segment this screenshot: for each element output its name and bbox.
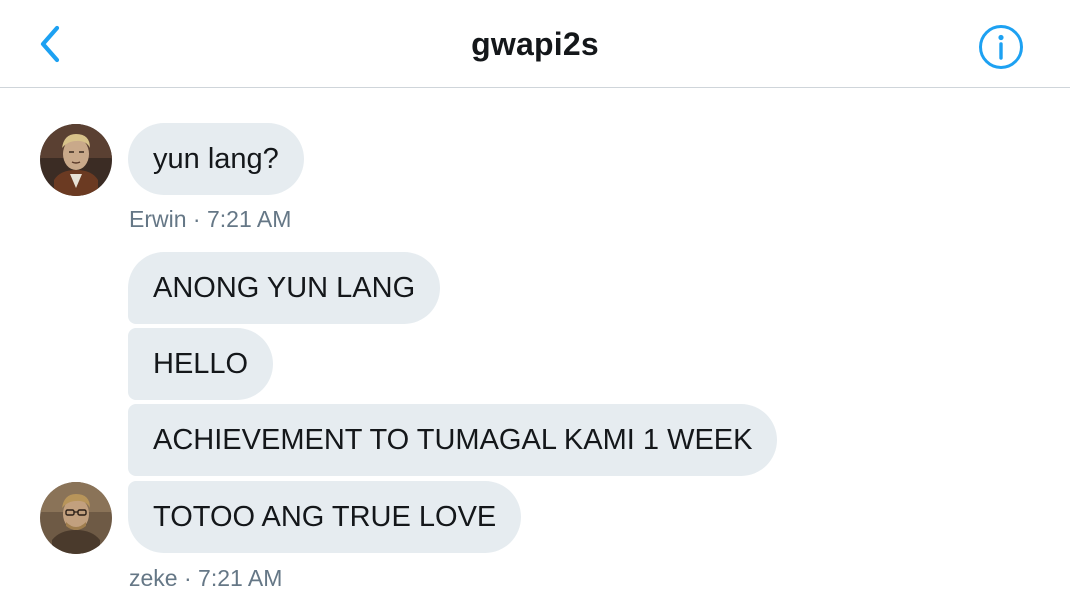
- sender-name: Erwin: [129, 206, 187, 232]
- avatar-erwin[interactable]: [40, 124, 112, 196]
- message-bubble[interactable]: TOTOO ANG TRUE LOVE: [128, 481, 522, 553]
- meta-separator: ·: [192, 206, 201, 232]
- conversation-title: gwapi2s: [471, 26, 599, 62]
- message-time: 7:21 AM: [198, 565, 283, 591]
- conversation-header: gwapi2s: [0, 0, 1070, 88]
- chevron-left-icon: [40, 25, 60, 63]
- sender-name: zeke: [129, 565, 178, 591]
- info-circle-icon: [979, 25, 1023, 69]
- erwin-avatar-image: [40, 124, 112, 196]
- message-meta-zeke: zeke · 7:21 AM: [129, 565, 282, 592]
- message-bubble[interactable]: ANONG YUN LANG: [128, 252, 441, 324]
- message-meta-erwin: Erwin · 7:21 AM: [129, 206, 291, 233]
- back-button[interactable]: [28, 18, 72, 70]
- message-time: 7:21 AM: [206, 206, 292, 232]
- info-button[interactable]: [975, 21, 1027, 73]
- avatar-zeke[interactable]: [40, 482, 112, 554]
- message-bubble[interactable]: HELLO: [128, 328, 274, 400]
- meta-separator: ·: [183, 565, 192, 591]
- message-bubble[interactable]: ACHIEVEMENT TO TUMAGAL KAMI 1 WEEK: [128, 404, 778, 476]
- zeke-avatar-image: [40, 482, 112, 554]
- message-bubble[interactable]: yun lang?: [128, 123, 304, 195]
